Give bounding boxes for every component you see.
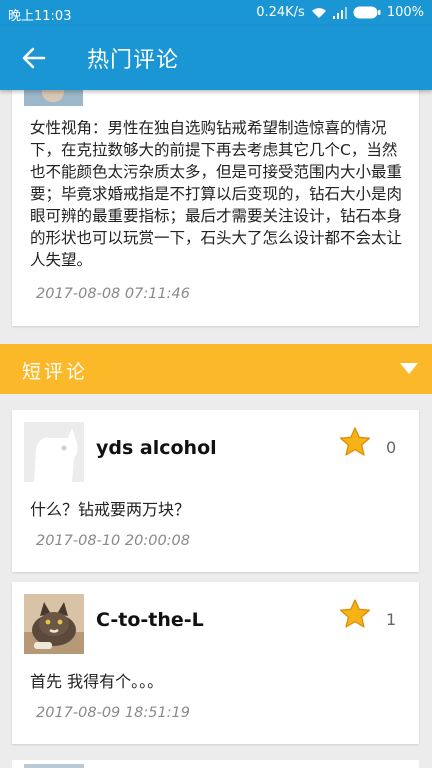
comment-date: 2017-08-09 18:51:19 xyxy=(36,705,190,721)
like-count: 1 xyxy=(386,610,397,629)
like-count: 0 xyxy=(386,438,397,457)
commenter-name[interactable]: C-to-the-L xyxy=(96,609,204,631)
network-speed: 0.24K/s xyxy=(256,5,305,20)
commenter-name[interactable]: yds alcohol xyxy=(96,437,217,459)
short-comments-header[interactable]: 短评论 xyxy=(0,344,432,394)
battery-icon xyxy=(353,6,381,19)
page-title: 热门评论 xyxy=(87,48,180,73)
cat-photo-avatar[interactable] xyxy=(24,594,84,654)
comment-card: yds alcohol 0 什么？钻戒要两万块？ 2017-08-10 20:0… xyxy=(12,410,419,572)
comment-date: 2017-08-10 20:00:08 xyxy=(36,533,190,549)
section-title: 短评论 xyxy=(22,361,89,383)
caret-down-icon[interactable] xyxy=(400,363,418,374)
default-avatar-icon[interactable] xyxy=(24,422,84,482)
comment-text: 女性视角：男性在独自选购钻戒希望制造惊喜的情况下，在克拉数够大的前提下再去考虑其… xyxy=(30,119,403,269)
comment-card: C-to-the-L 1 首先 我得有个。。。 2017-08-09 18:51… xyxy=(12,582,419,744)
comment-text: 什么？钻戒要两万块？ xyxy=(30,500,191,519)
hot-comment-card: 女性视角：男性在独自选购钻戒希望制造惊喜的情况下，在克拉数够大的前提下再去考虑其… xyxy=(12,88,419,326)
star-icon[interactable] xyxy=(339,426,371,458)
status-time: 晚上11:03 xyxy=(8,9,72,24)
status-bar: 晚上11:03 0.24K/s 100% xyxy=(0,0,432,26)
star-icon[interactable] xyxy=(339,598,371,630)
signal-icon xyxy=(332,6,347,19)
app-bar: 热门评论 xyxy=(0,26,432,90)
commenter-avatar[interactable] xyxy=(24,88,83,106)
comment-card-partial xyxy=(12,760,419,768)
battery-level: 100% xyxy=(386,5,424,20)
arrow-left-icon[interactable] xyxy=(20,44,48,72)
comment-date: 2017-08-08 07:11:46 xyxy=(36,286,190,302)
comment-text: 首先 我得有个。。。 xyxy=(30,672,164,691)
wifi-icon xyxy=(311,7,326,18)
status-right-group: 0.24K/s 100% xyxy=(256,5,424,20)
